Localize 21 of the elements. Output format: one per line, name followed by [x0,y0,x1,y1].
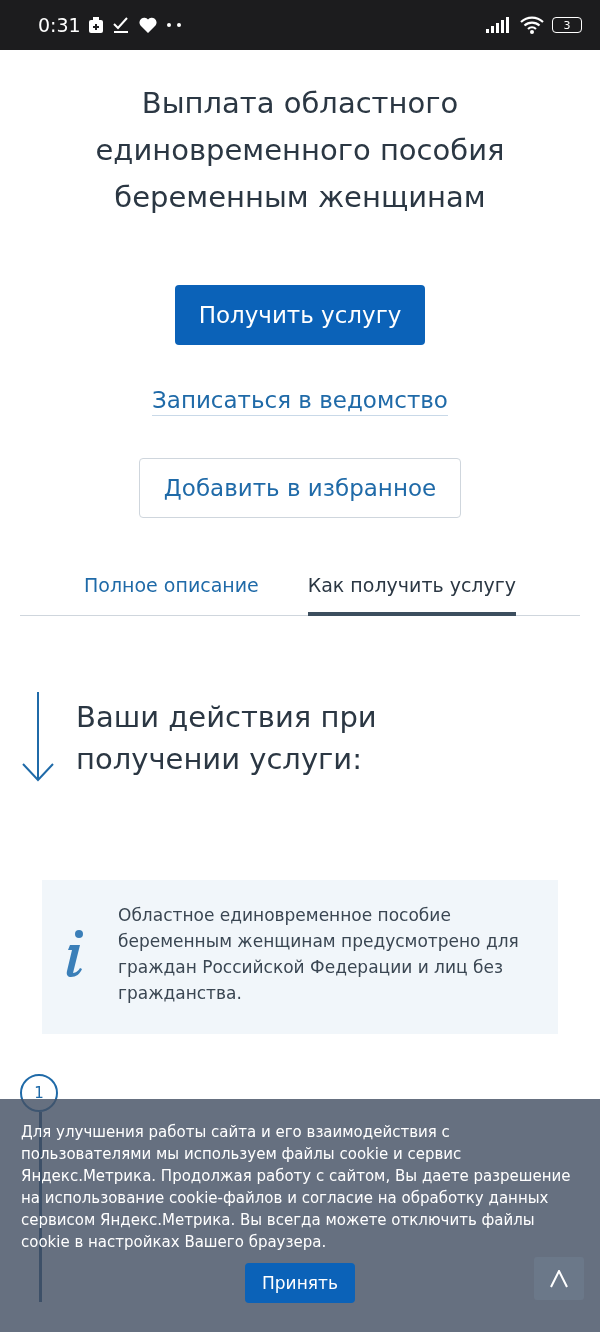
scroll-top-button[interactable] [534,1257,584,1300]
page-title: Выплата областного единовременного пособия беременным женщинам [94,85,506,216]
tab[interactable]: Как получить услугу [307,564,516,616]
tab[interactable]: Полное описание [84,564,259,616]
status-time: 0:31 [38,14,81,36]
info-text: Областное единовременное пособие беременным женщинам предусмотрено для граждан Российской Федерации и лиц без гражданства. [118,904,520,1005]
battery-icon: 3 [552,17,582,33]
appointment-link[interactable]: Записаться в ведомство [152,387,448,416]
add-favorite-button[interactable]: Добавить в избранное [138,458,462,518]
caret-up-icon [550,1269,568,1288]
get-service-button[interactable]: Получить услугу [174,285,426,345]
wifi-icon [520,16,544,34]
section-heading: Ваши действия при получении услуги: [76,699,378,778]
signal-icon [486,17,512,33]
accept-button[interactable]: Принять [245,1263,355,1303]
more-dots-icon [166,23,181,27]
briefcase-plus-icon [88,17,103,33]
heart-icon [138,17,157,33]
cookie-notice-text: Для улучшения работы сайта и его взаимодействия с пользователями мы используем файлы cookie и сервис Яндекс.Метрика. Продолжая работу с сайтом, Вы даете разрешение на использование cookie-файлов и согласие на обработку данных сервисом Яндекс.Метрика. Вы всегда можете отключить файлы cookie в настройках Вашего браузера. [21,1122,572,1253]
check-icon [112,17,129,33]
down-arrow-icon [20,692,56,784]
